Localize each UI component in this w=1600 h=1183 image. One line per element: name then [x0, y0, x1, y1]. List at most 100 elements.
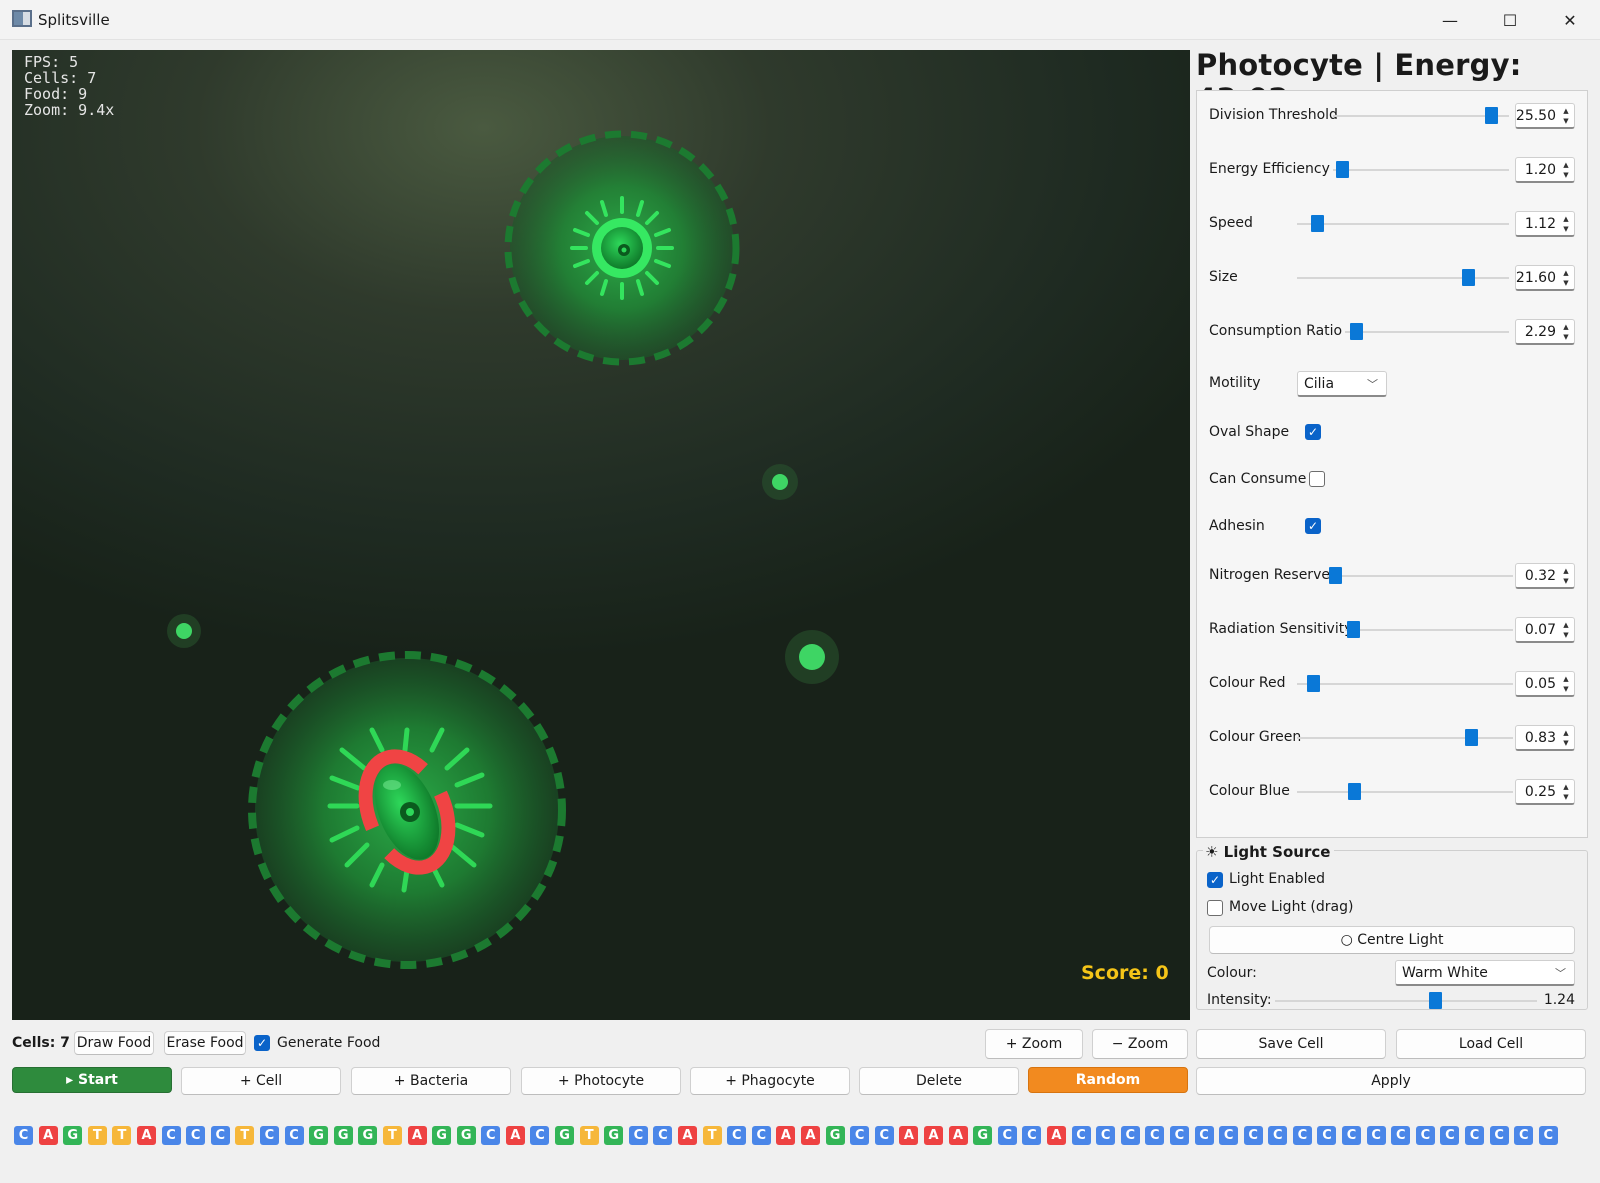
save-cell-button[interactable]: Save Cell: [1196, 1029, 1386, 1059]
dna-base: C: [1243, 1126, 1263, 1145]
close-button[interactable]: ✕: [1540, 0, 1600, 40]
division-threshold-spinbox[interactable]: 25.50 ▲ ▼: [1515, 103, 1575, 129]
dna-base: C: [1391, 1126, 1411, 1145]
intensity-label: Intensity:: [1207, 992, 1272, 1008]
centre-light-button[interactable]: ○ Centre Light: [1209, 926, 1575, 954]
speed-slider[interactable]: [1297, 223, 1509, 225]
slider-thumb[interactable]: [1349, 323, 1363, 340]
adhesin-checkbox[interactable]: ✓: [1305, 518, 1321, 534]
dna-base: C: [751, 1126, 771, 1145]
slider-row-colour-blue: Colour Blue 0.25 ▲ ▼: [1209, 779, 1585, 805]
colour-blue-slider[interactable]: [1297, 791, 1513, 793]
add-photocyte-button[interactable]: + Photocyte: [521, 1067, 681, 1095]
dna-base: T: [87, 1126, 107, 1145]
nitrogen-reserve-spinbox[interactable]: 0.32 ▲ ▼: [1515, 563, 1575, 589]
start-button[interactable]: ▸ Start: [12, 1067, 172, 1093]
maximize-button[interactable]: ☐: [1480, 0, 1540, 40]
move-light-checkbox[interactable]: [1207, 900, 1223, 916]
dna-base: G: [973, 1126, 993, 1145]
radiation-sensitivity-slider[interactable]: [1345, 629, 1513, 631]
photocyte-cell-top[interactable]: [504, 130, 740, 366]
dna-base: A: [407, 1126, 427, 1145]
generate-food-checkbox[interactable]: ✓: [254, 1035, 270, 1051]
intensity-slider[interactable]: [1275, 1000, 1537, 1002]
dna-base: T: [235, 1126, 255, 1145]
size-slider[interactable]: [1297, 277, 1509, 279]
dna-base: C: [1292, 1126, 1312, 1145]
dna-base: C: [874, 1126, 894, 1145]
colour-red-spinbox[interactable]: 0.05 ▲ ▼: [1515, 671, 1575, 697]
delete-button[interactable]: Delete: [859, 1067, 1019, 1095]
zoom-out-button[interactable]: − Zoom: [1092, 1029, 1188, 1059]
dna-base: C: [1120, 1126, 1140, 1145]
motility-dropdown[interactable]: Cilia ﹀: [1297, 371, 1387, 397]
dna-base: A: [776, 1126, 796, 1145]
food-particle: [167, 614, 201, 648]
slider-row-colour-green: Colour Green 0.83 ▲ ▼: [1209, 725, 1585, 751]
simulation-canvas[interactable]: FPS: 5 Cells: 7 Food: 9 Zoom: 9.4x Score…: [12, 50, 1190, 1020]
slider-row-colour-red: Colour Red 0.05 ▲ ▼: [1209, 671, 1585, 697]
erase-food-button[interactable]: Erase Food: [164, 1031, 246, 1055]
apply-button[interactable]: Apply: [1196, 1067, 1586, 1095]
light-colour-dropdown[interactable]: Warm White ﹀: [1395, 960, 1575, 986]
colour-blue-spinbox[interactable]: 0.25 ▲ ▼: [1515, 779, 1575, 805]
slider-thumb[interactable]: [1310, 215, 1324, 232]
dna-base: C: [481, 1126, 501, 1145]
slider-thumb[interactable]: [1462, 269, 1476, 286]
add-bacteria-button[interactable]: + Bacteria: [351, 1067, 511, 1095]
dna-base: G: [333, 1126, 353, 1145]
light-enabled-checkbox[interactable]: ✓: [1207, 872, 1223, 888]
colour-green-spinbox[interactable]: 0.83 ▲ ▼: [1515, 725, 1575, 751]
minimize-button[interactable]: —: [1420, 0, 1480, 40]
zoom-in-button[interactable]: + Zoom: [985, 1029, 1083, 1059]
slider-thumb[interactable]: [1347, 783, 1361, 800]
dna-base: A: [1046, 1126, 1066, 1145]
consumption-ratio-slider[interactable]: [1345, 331, 1509, 333]
dna-base: C: [653, 1126, 673, 1145]
division-threshold-slider[interactable]: [1333, 115, 1509, 117]
dna-base: C: [259, 1126, 279, 1145]
size-spinbox[interactable]: 21.60 ▲ ▼: [1515, 265, 1575, 291]
dna-sequence-strip: CAGTTACCCTCCGGGTAGGCACGTGCCATCCAAGCCAAAG…: [14, 1126, 1563, 1146]
dna-base: C: [530, 1126, 550, 1145]
dna-base: T: [382, 1126, 402, 1145]
slider-thumb[interactable]: [1307, 675, 1321, 692]
slider-thumb[interactable]: [1346, 621, 1360, 638]
stats-overlay: FPS: 5 Cells: 7 Food: 9 Zoom: 9.4x: [24, 54, 114, 118]
dna-base: C: [1169, 1126, 1189, 1145]
energy-efficiency-spinbox[interactable]: 1.20 ▲ ▼: [1515, 157, 1575, 183]
slider-row-division-threshold: Division Threshold 25.50 ▲ ▼: [1209, 103, 1585, 129]
nitrogen-reserve-slider[interactable]: [1327, 575, 1513, 577]
dna-base: T: [112, 1126, 132, 1145]
photocyte-cell-selected[interactable]: [248, 651, 566, 969]
consumption-ratio-spinbox[interactable]: 2.29 ▲ ▼: [1515, 319, 1575, 345]
slider-row-energy-efficiency: Energy Efficiency 1.20 ▲ ▼: [1209, 157, 1585, 183]
colour-red-slider[interactable]: [1297, 683, 1513, 685]
intensity-slider-thumb[interactable]: [1429, 992, 1443, 1009]
can-consume-checkbox[interactable]: [1309, 471, 1325, 487]
dna-base: C: [1514, 1126, 1534, 1145]
dna-base: C: [1268, 1126, 1288, 1145]
draw-food-button[interactable]: Draw Food: [74, 1031, 154, 1055]
load-cell-button[interactable]: Load Cell: [1396, 1029, 1586, 1059]
light-source-group: ☀ Light Source ✓ Light Enabled Move Ligh…: [1196, 843, 1588, 1010]
speed-spinbox[interactable]: 1.12 ▲ ▼: [1515, 211, 1575, 237]
chevron-down-icon: ﹀: [1555, 967, 1566, 980]
dna-base: C: [850, 1126, 870, 1145]
dna-base: A: [948, 1126, 968, 1145]
colour-green-slider[interactable]: [1297, 737, 1513, 739]
slider-thumb[interactable]: [1336, 161, 1350, 178]
colour-label: Colour:: [1207, 965, 1257, 981]
slider-thumb[interactable]: [1465, 729, 1479, 746]
move-light-label: Move Light (drag): [1229, 899, 1354, 915]
radiation-sensitivity-spinbox[interactable]: 0.07 ▲ ▼: [1515, 617, 1575, 643]
oval-shape-checkbox[interactable]: ✓: [1305, 424, 1321, 440]
energy-efficiency-slider[interactable]: [1333, 169, 1509, 171]
add-phagocyte-button[interactable]: + Phagocyte: [690, 1067, 850, 1095]
random-button[interactable]: Random: [1028, 1067, 1188, 1093]
slider-thumb[interactable]: [1484, 107, 1498, 124]
add-cell-button[interactable]: + Cell: [181, 1067, 341, 1095]
slider-thumb[interactable]: [1328, 567, 1342, 584]
app-icon: [12, 10, 32, 27]
dna-base: C: [1342, 1126, 1362, 1145]
